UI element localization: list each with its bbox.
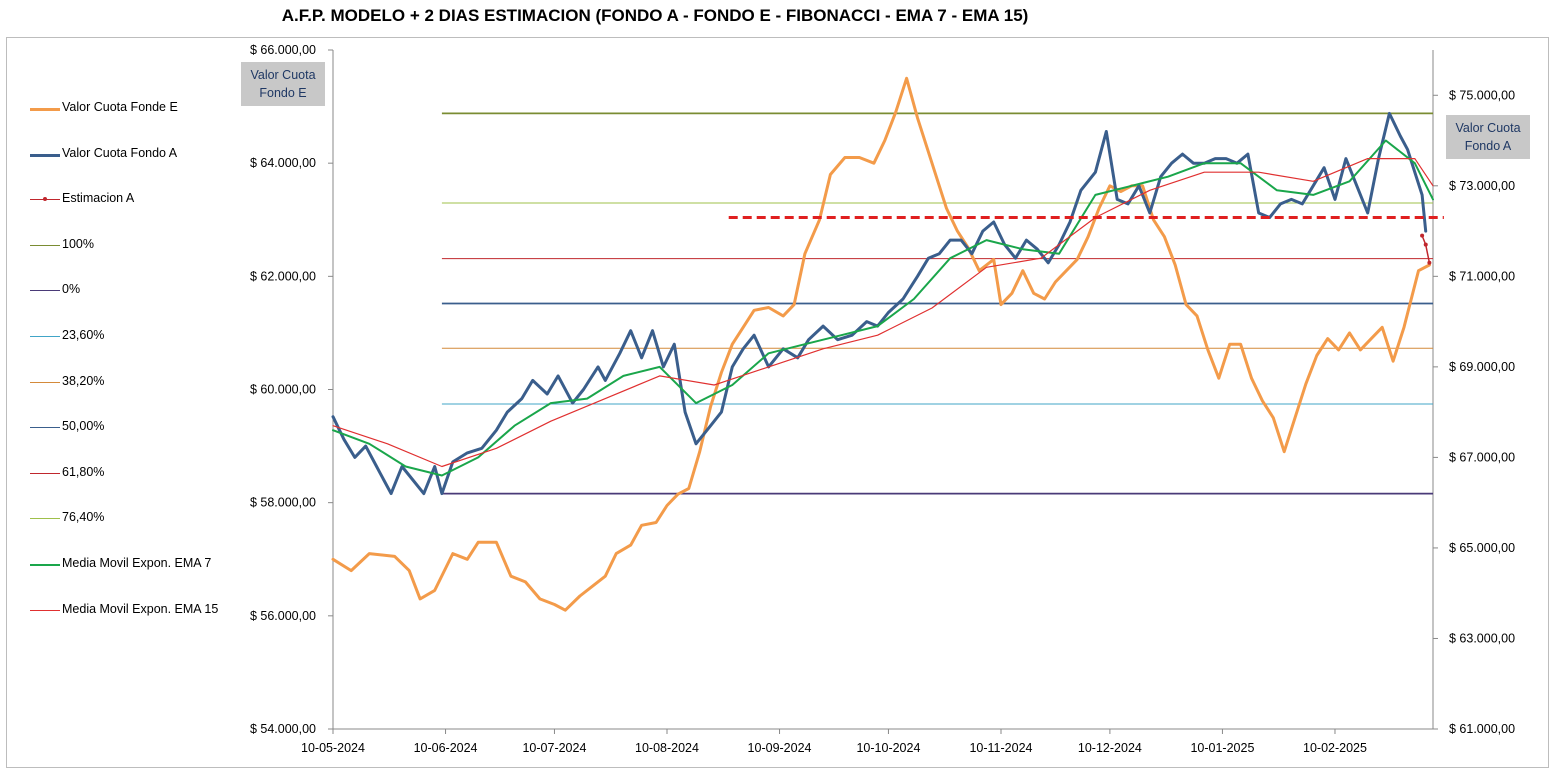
- series-line-valor-cuota-fonde-e: [331, 76, 1431, 612]
- x-axis-tick-label: 10-07-2024: [522, 741, 586, 755]
- x-axis-tick-label: 10-11-2024: [969, 741, 1032, 755]
- right-axis-tick-label: $ 71.000,00: [1449, 269, 1515, 283]
- x-axis-tick-label: 10-08-2024: [635, 741, 699, 755]
- right-axis-tick-label: $ 69.000,00: [1449, 360, 1515, 374]
- right-axis-tick-label: $ 63.000,00: [1449, 631, 1515, 645]
- left-axis-tick-label: $ 60.000,00: [250, 383, 316, 397]
- left-axis-tick-label: $ 54.000,00: [250, 722, 316, 736]
- series-line-media-movil-expon-ema-15: [332, 158, 1434, 468]
- left-axis-tick-label: $ 56.000,00: [250, 609, 316, 623]
- x-axis-tick-label: 10-12-2024: [1078, 741, 1142, 755]
- x-axis-tick-label: 10-02-2025: [1303, 741, 1367, 755]
- right-axis-tick-label: $ 73.000,00: [1449, 179, 1515, 193]
- right-axis-tick-label: $ 67.000,00: [1449, 450, 1515, 464]
- series-point-estimacion-a: [1427, 260, 1432, 265]
- right-axis-tick-label: $ 65.000,00: [1449, 541, 1515, 555]
- series-point-estimacion-a: [1423, 242, 1428, 247]
- left-axis-tick-label: $ 64.000,00: [250, 156, 316, 170]
- left-axis-tick-label: $ 58.000,00: [250, 496, 316, 510]
- x-axis-tick-label: 10-06-2024: [414, 741, 478, 755]
- plot-area: $ 54.000,00 $ 56.000,00 $ 58.000,00 $ 60.00…: [250, 43, 1515, 755]
- right-axis-tick-label: $ 75.000,00: [1449, 88, 1515, 102]
- left-axis-tick-label: $ 62.000,00: [250, 269, 316, 283]
- x-axis-tick-label: 10-05-2024: [301, 741, 365, 755]
- x-axis-tick-label: 10-10-2024: [856, 741, 920, 755]
- x-axis-tick-label: 10-01-2025: [1190, 741, 1254, 755]
- left-axis-tick-label: $ 66.000,00: [250, 43, 316, 57]
- right-axis-tick-label: $ 61.000,00: [1449, 722, 1515, 736]
- x-axis-tick-label: 10-09-2024: [748, 741, 812, 755]
- series-point-estimacion-a: [1420, 233, 1425, 238]
